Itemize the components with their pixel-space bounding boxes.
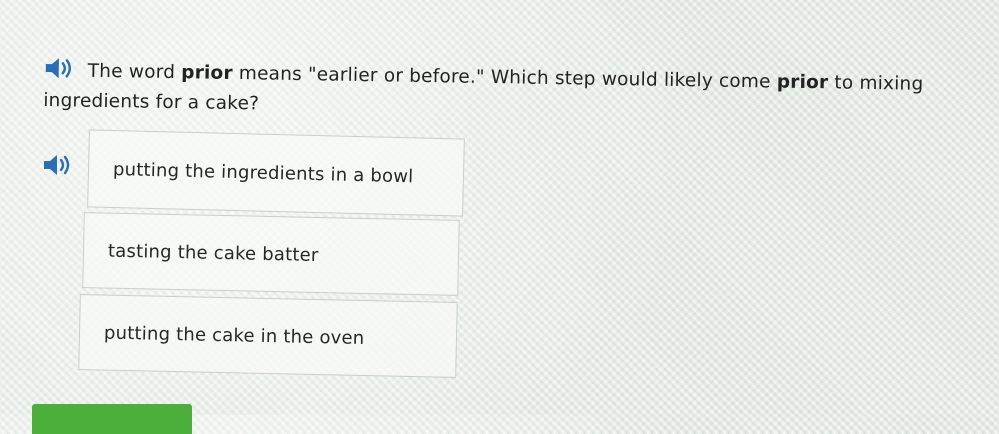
question-bold-word-2: prior	[776, 71, 829, 94]
submit-button[interactable]	[32, 404, 192, 434]
answer-choice-3[interactable]: putting the cake in the oven	[78, 294, 458, 378]
answer-choice-1[interactable]: putting the ingredients in a bowl	[87, 129, 465, 217]
answer-choice-label: putting the cake in the oven	[103, 322, 365, 349]
answer-choice-2[interactable]: tasting the cake batter	[82, 212, 460, 296]
speaker-icon[interactable]	[42, 154, 76, 180]
question-part-2: means "earlier or before." Which step wo…	[232, 62, 777, 93]
answer-choice-label: putting the ingredients in a bowl	[112, 158, 414, 187]
question-bold-word-1: prior	[181, 62, 233, 84]
speaker-icon[interactable]	[44, 57, 78, 80]
question-text: The word prior means "earlier or before.…	[43, 56, 964, 130]
question-part-1: The word	[87, 60, 182, 84]
answer-choice-label: tasting the cake batter	[107, 240, 319, 266]
